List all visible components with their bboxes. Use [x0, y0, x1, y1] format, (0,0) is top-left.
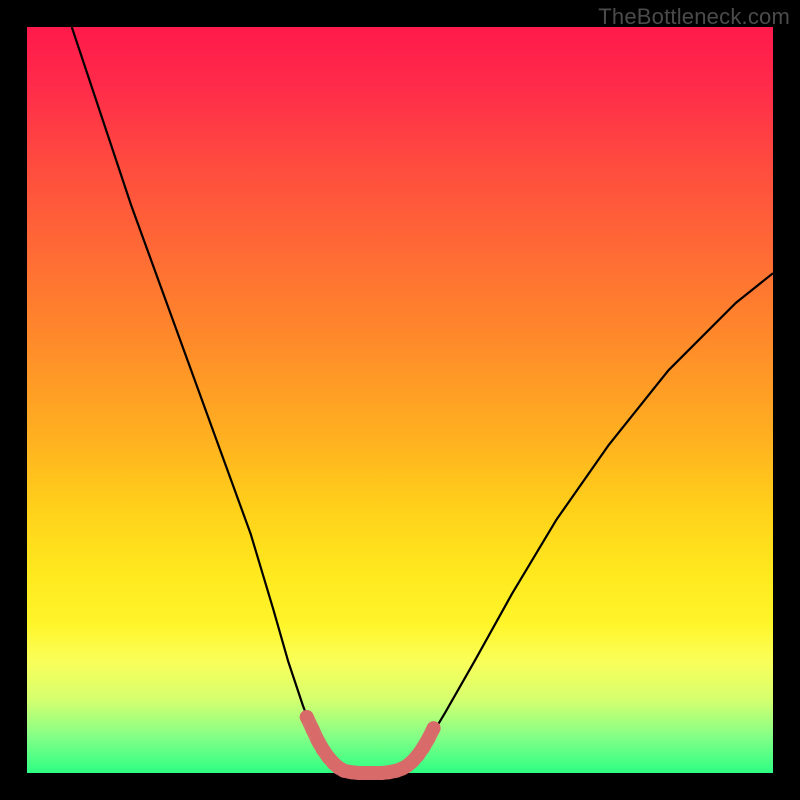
chart-frame: TheBottleneck.com — [0, 0, 800, 800]
plot-area — [27, 27, 773, 773]
optimum-markers — [300, 710, 441, 780]
curve-layer — [27, 27, 773, 773]
optimum-marker-dot — [427, 721, 441, 735]
bottleneck-curve — [72, 27, 773, 773]
optimum-marker-dot — [300, 710, 314, 724]
bottleneck-curve-path — [72, 27, 773, 773]
